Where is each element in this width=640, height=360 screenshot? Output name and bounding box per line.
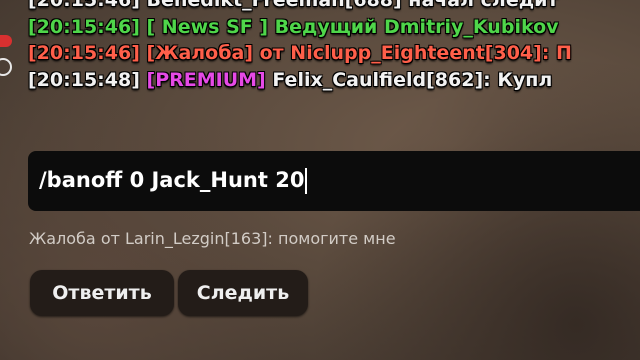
chat-message: Benedikt_Freeman[688] начал следит — [139, 0, 559, 11]
reply-button[interactable]: Ответить — [30, 270, 174, 316]
chat-time: [20:15:46] — [28, 0, 140, 11]
report-notice: Жалоба от Larin_Lezgin[163]: помогите мн… — [29, 229, 396, 248]
chat-log: [20:15:46] Benedikt_Freeman[688] начал с… — [28, 0, 640, 93]
chat-message: Felix_Caulfield[862]: Купл — [265, 68, 553, 91]
chat-line: [20:15:46] [ News SF ] Ведущий Dmitriy_K… — [28, 14, 640, 41]
chat-tag-premium: [PREMIUM] — [139, 68, 266, 91]
chat-line: [20:15:48] [PREMIUM] Felix_Caulfield[862… — [28, 67, 640, 94]
command-input-text[interactable]: /banoff 0 Jack_Hunt 20 — [39, 168, 308, 194]
text-caret — [305, 168, 308, 194]
chat-tag-report: [Жалоба] — [139, 42, 254, 64]
chat-time: [20:15:46] — [28, 42, 140, 64]
red-indicator-icon — [0, 35, 12, 47]
chat-message: Ведущий Dmitriy_Kubikov — [268, 15, 559, 38]
chat-line: [20:15:46] [Жалоба] от Niclupp_Eighteent… — [28, 40, 640, 67]
chat-tag-news: [ News SF ] — [139, 15, 269, 38]
command-input-value: /banoff 0 Jack_Hunt 20 — [39, 168, 305, 192]
chat-time: [20:15:48] — [28, 68, 140, 91]
follow-button[interactable]: Следить — [178, 270, 308, 316]
chat-message: от Niclupp_Eighteent[304]: П — [253, 42, 572, 64]
command-input[interactable]: /banoff 0 Jack_Hunt 20 — [28, 151, 640, 211]
chat-line: [20:15:46] Benedikt_Freeman[688] начал с… — [28, 0, 640, 14]
chat-time: [20:15:46] — [28, 15, 140, 38]
ring-indicator-icon — [0, 58, 12, 76]
